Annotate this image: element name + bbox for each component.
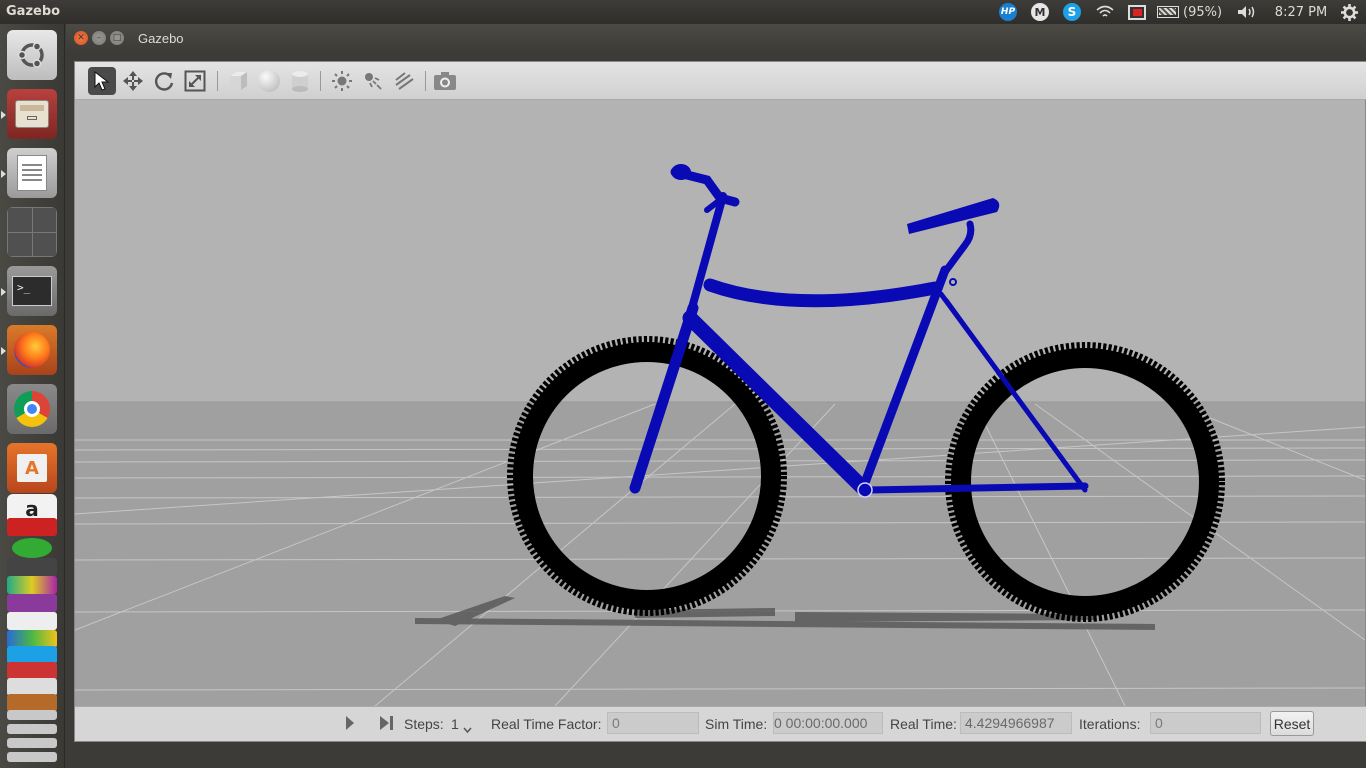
steps-label: Steps:: [404, 716, 444, 732]
cylinder-shape-icon[interactable]: [286, 67, 314, 95]
mail-icon[interactable]: M: [1029, 0, 1051, 24]
top-panel: Gazebo HP M S (95%) 8:27 PM: [0, 0, 1366, 24]
play-icon[interactable]: [345, 715, 355, 734]
select-mode-icon[interactable]: [88, 67, 116, 95]
firefox-icon[interactable]: [7, 325, 57, 375]
record-icon[interactable]: [1125, 0, 1149, 24]
real-time-label: Real Time:: [890, 716, 957, 732]
stacked-app-icon-13[interactable]: [7, 724, 57, 734]
window-titlebar[interactable]: ✕ – □ Gazebo: [66, 24, 1366, 53]
minimize-icon[interactable]: –: [92, 31, 106, 45]
clock-text: 8:27 PM: [1274, 4, 1328, 20]
rotate-mode-icon[interactable]: [150, 67, 178, 95]
point-light-icon[interactable]: [328, 67, 356, 95]
terminal-icon[interactable]: >_: [7, 266, 57, 316]
screenshot-camera-icon[interactable]: [431, 67, 459, 95]
bottom-bracket: [857, 482, 873, 498]
battery-percentage: (95%): [1183, 4, 1223, 20]
toolbar-separator: [217, 71, 218, 91]
sphere-shape-icon[interactable]: [255, 67, 283, 95]
handle-grip: [671, 164, 691, 180]
chrome-icon[interactable]: [7, 384, 57, 434]
battery-icon: [1157, 6, 1179, 18]
gazebo-main: Steps: 1 Real Time Factor: 0 Sim Time: 0…: [74, 61, 1366, 742]
stacked-app-icon-2[interactable]: [12, 538, 52, 558]
active-app-name: Gazebo: [6, 4, 61, 19]
step-icon[interactable]: [379, 715, 395, 734]
clock[interactable]: 8:27 PM: [1268, 0, 1334, 24]
stacked-app-icon-15[interactable]: [7, 752, 57, 762]
hp-icon[interactable]: HP: [997, 0, 1019, 24]
spot-light-icon[interactable]: [359, 67, 387, 95]
launcher: >_ A a: [0, 24, 65, 768]
stacked-app-icon-5[interactable]: [7, 594, 57, 612]
toolbar: [75, 62, 1366, 100]
iterations-label: Iterations:: [1079, 716, 1141, 732]
ubuntu-dash-icon[interactable]: [7, 30, 57, 80]
reset-button[interactable]: Reset: [1270, 711, 1314, 736]
gazebo-window: ✕ – □ Gazebo Steps: 1 Real Time Factor: …: [66, 24, 1366, 768]
wifi-icon[interactable]: [1093, 0, 1117, 24]
toolbar-separator: [425, 71, 426, 91]
maximize-icon[interactable]: □: [110, 31, 124, 45]
sim-time-label: Sim Time:: [705, 716, 768, 732]
stacked-app-icon-4[interactable]: [7, 576, 57, 594]
volume-icon[interactable]: [1234, 0, 1260, 24]
box-shape-icon[interactable]: [224, 67, 252, 95]
stacked-app-icon-3[interactable]: [7, 558, 57, 576]
workspace-switcher-icon[interactable]: [7, 207, 57, 257]
real-time-field: 4.4294966987: [960, 712, 1072, 734]
real-time-factor-label: Real Time Factor:: [491, 716, 602, 732]
skype-icon[interactable]: S: [1061, 0, 1083, 24]
stacked-app-icon-6[interactable]: [7, 612, 57, 630]
chevron-down-icon[interactable]: [463, 720, 472, 736]
window-title: Gazebo: [138, 31, 184, 46]
close-icon[interactable]: ✕: [74, 31, 88, 45]
sim-time-field: 0 00:00:00.000: [773, 712, 883, 734]
software-center-icon[interactable]: A: [7, 443, 57, 493]
gear-icon[interactable]: [1337, 0, 1361, 24]
toolbar-separator: [320, 71, 321, 91]
scene-render: [75, 100, 1365, 706]
steps-spinner[interactable]: 1: [451, 716, 459, 732]
files-icon[interactable]: [7, 89, 57, 139]
scale-mode-icon[interactable]: [181, 67, 209, 95]
directional-light-icon[interactable]: [390, 67, 418, 95]
stacked-app-icon-12[interactable]: [7, 710, 57, 720]
real-time-factor-field: 0: [607, 712, 699, 734]
text-editor-icon[interactable]: [7, 148, 57, 198]
simulation-status-bar: Steps: 1 Real Time Factor: 0 Sim Time: 0…: [75, 706, 1366, 741]
translate-mode-icon[interactable]: [119, 67, 147, 95]
3d-viewport[interactable]: [75, 100, 1365, 706]
stacked-app-icon-14[interactable]: [7, 738, 57, 748]
battery-indicator[interactable]: (95%): [1157, 0, 1227, 24]
stacked-app-icon-1[interactable]: [7, 518, 57, 536]
iterations-field: 0: [1150, 712, 1261, 734]
